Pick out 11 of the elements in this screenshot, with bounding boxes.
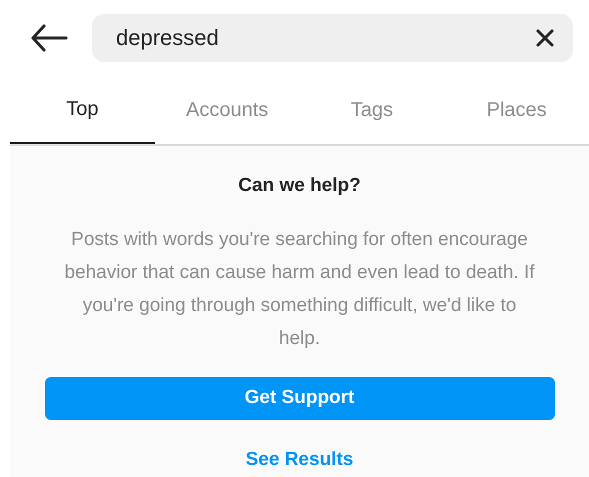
notice-title: Can we help? [238, 174, 361, 198]
notice-body: Posts with words you're searching for often encourage behavior that can cause harm and even lead to death. If you're going through something difficult, we'd like to help. [63, 228, 536, 350]
search-field[interactable]: depressed [92, 14, 573, 62]
tab[interactable]: Accounts [154, 76, 300, 144]
back-arrow-icon[interactable] [30, 24, 68, 52]
see-results-link[interactable]: See Results [246, 446, 354, 474]
get-support-button[interactable]: Get Support [44, 376, 554, 420]
tab[interactable]: Tags [300, 76, 444, 144]
tab[interactable]: Top [10, 76, 155, 144]
tab[interactable]: Places [444, 76, 589, 144]
clear-icon[interactable] [535, 28, 555, 48]
